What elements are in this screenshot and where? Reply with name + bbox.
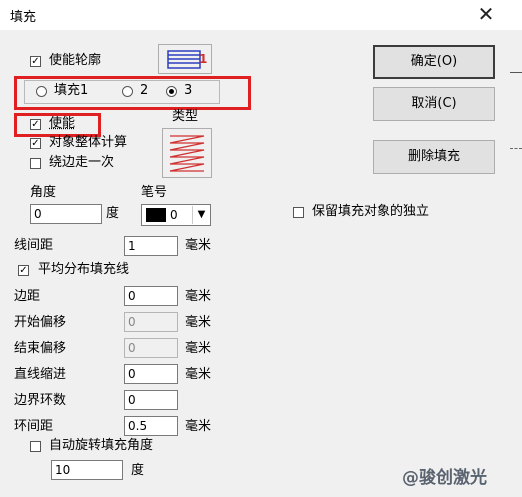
whole-object-calc-label: 对象整体计算 [49, 135, 128, 150]
close-button[interactable]: ✕ [476, 1, 496, 27]
line-spacing-unit: 毫米 [185, 238, 212, 253]
delete-fill-button[interactable]: 删除填充 [373, 140, 495, 174]
loop-spacing-label: 环间距 [14, 419, 54, 434]
start-offset-label: 开始偏移 [14, 315, 67, 330]
fill-type-button[interactable] [162, 128, 212, 178]
line-spacing-label: 线间距 [14, 238, 54, 253]
radio-fill-1[interactable] [36, 86, 47, 97]
chevron-down-icon[interactable]: ▼ [192, 206, 210, 224]
pen-color-swatch [146, 208, 166, 222]
auto-rotate-checkbox[interactable] [30, 441, 41, 452]
enable-outline-label: 使能轮廓 [49, 53, 102, 68]
walk-edge-once-checkbox[interactable] [30, 158, 41, 169]
zigzag-fill-icon [169, 135, 205, 172]
watermark: @骏创激光 [402, 468, 487, 488]
line-indent-label: 直线缩进 [14, 367, 67, 382]
margin-label: 边距 [14, 289, 41, 304]
line-indent-input[interactable]: 0 [124, 364, 178, 384]
start-offset-input[interactable]: 0 [124, 312, 178, 332]
loop-spacing-input[interactable]: 0.5 [124, 416, 178, 436]
auto-rotate-angle-input[interactable]: 10 [51, 460, 123, 480]
margin-unit: 毫米 [185, 289, 212, 304]
even-distribute-label: 平均分布填充线 [38, 262, 130, 277]
start-offset-unit: 毫米 [185, 315, 212, 330]
end-offset-unit: 毫米 [185, 341, 212, 356]
enable-checkbox[interactable]: ✓ [30, 119, 41, 130]
line-indent-unit: 毫米 [185, 367, 212, 382]
pen-select[interactable]: 0 ▼ [141, 204, 211, 226]
radio-fill-2-label: 2 [140, 83, 149, 98]
boundary-loops-label: 边界环数 [14, 393, 67, 408]
walk-edge-once-label: 绕边走一次 [49, 155, 115, 170]
background-edge-dashes [510, 148, 522, 149]
whole-object-calc-checkbox[interactable]: ✓ [30, 138, 41, 149]
angle-input[interactable]: 0 [30, 204, 102, 224]
angle-unit: 度 [106, 206, 120, 221]
window-title: 填充 [10, 10, 37, 25]
radio-fill-3-label: 3 [184, 83, 193, 98]
cancel-button[interactable]: 取消(C) [373, 87, 495, 121]
title-bar [0, 0, 522, 30]
pen-label: 笔号 [141, 185, 168, 200]
line-spacing-input[interactable]: 1 [124, 236, 178, 256]
keep-independent-checkbox[interactable] [293, 207, 304, 218]
radio-fill-3[interactable] [166, 86, 177, 97]
loop-spacing-unit: 毫米 [185, 419, 212, 434]
angle-label: 角度 [30, 185, 57, 200]
outline-pen-number: 1 [199, 52, 208, 66]
auto-rotate-label: 自动旋转填充角度 [49, 438, 154, 453]
margin-input[interactable]: 0 [124, 286, 178, 306]
radio-fill-2[interactable] [122, 86, 133, 97]
background-edge-line [510, 72, 522, 73]
end-offset-input[interactable]: 0 [124, 338, 178, 358]
ok-button[interactable]: 确定(O) [373, 45, 495, 79]
enable-label: 使能 [49, 116, 76, 131]
radio-fill-1-label: 填充1 [54, 83, 89, 98]
even-distribute-checkbox[interactable]: ✓ [18, 265, 29, 276]
pen-value: 0 [170, 208, 178, 222]
end-offset-label: 结束偏移 [14, 341, 67, 356]
enable-outline-checkbox[interactable]: ✓ [30, 56, 41, 67]
type-label: 类型 [172, 109, 199, 124]
keep-independent-label: 保留填充对象的独立 [312, 204, 430, 219]
auto-rotate-unit: 度 [131, 463, 145, 478]
boundary-loops-input[interactable]: 0 [124, 390, 178, 410]
